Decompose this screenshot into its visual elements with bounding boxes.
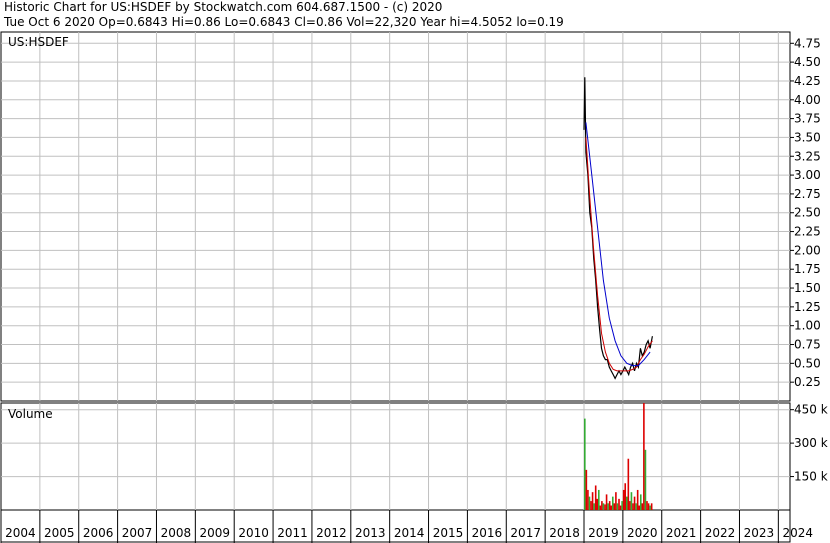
volume-bar: [587, 489, 589, 510]
price-tick-label: 0.25: [794, 375, 821, 389]
volume-bar: [601, 501, 603, 510]
volume-bar: [638, 505, 641, 510]
volume-panel-label: Volume: [8, 407, 53, 421]
price-tick-label: 0.75: [794, 338, 821, 352]
price-tick-label: 3.75: [794, 112, 821, 126]
volume-bar: [621, 501, 623, 510]
volume-bar: [643, 403, 645, 510]
price-tick-label: 2.50: [794, 206, 821, 220]
volume-bar: [590, 501, 592, 510]
price-tick-label: 1.50: [794, 281, 821, 295]
volume-bar: [650, 503, 653, 510]
volume-bar: [605, 494, 608, 510]
volume-bar: [641, 503, 644, 510]
volume-bar: [611, 496, 614, 510]
price-tick-label: 1.75: [794, 262, 821, 276]
volume-bar: [622, 489, 625, 510]
volume-bar: [596, 498, 599, 510]
year-tick-label: 2011: [277, 526, 308, 540]
year-tick-label: 2017: [510, 526, 541, 540]
volume-bar: [625, 496, 628, 510]
year-tick-label: 2008: [161, 526, 192, 540]
year-tick-label: 2009: [199, 526, 230, 540]
year-tick-label: 2020: [627, 526, 658, 540]
volume-tick-label: 300 k: [794, 436, 828, 450]
price-panel: [0, 31, 791, 402]
volume-tick-label: 450 k: [794, 403, 828, 417]
volume-bar: [585, 469, 588, 510]
volume-bar: [584, 418, 586, 510]
year-tick-label: 2006: [83, 526, 114, 540]
volume-tick-label: 150 k: [794, 470, 828, 484]
price-tick-label: 2.25: [794, 225, 821, 239]
volume-bar: [618, 498, 620, 510]
volume-bar: [608, 501, 611, 510]
volume-bar: [647, 503, 650, 510]
price-tick-label: 4.00: [794, 93, 821, 107]
price-tick-label: 3.50: [794, 130, 821, 144]
year-tick-label: 2013: [355, 526, 386, 540]
price-tick-label: 3.25: [794, 149, 821, 163]
year-tick-label: 2015: [433, 526, 464, 540]
year-tick-label: 2021: [666, 526, 697, 540]
volume-bar: [635, 503, 637, 510]
volume-bar: [607, 503, 609, 510]
year-tick-label: 2014: [394, 526, 425, 540]
volume-bar: [593, 503, 595, 510]
price-tick-label: 4.25: [794, 74, 821, 88]
year-tick-label: 2016: [472, 526, 503, 540]
volume-bar: [602, 503, 605, 510]
price-tick-label: 2.00: [794, 243, 821, 257]
year-tick-label: 2005: [44, 526, 75, 540]
volume-bar: [632, 503, 634, 510]
volume-bar: [644, 449, 647, 510]
chart-window: Historic Chart for US:HSDEF by Stockwatc…: [0, 0, 830, 543]
volume-bar: [594, 485, 597, 510]
year-tick-label: 2023: [744, 526, 775, 540]
volume-bar: [610, 505, 613, 510]
volume-bar: [599, 505, 602, 510]
year-tick-label: 2012: [316, 526, 347, 540]
year-tick-label: 2022: [705, 526, 736, 540]
volume-bar: [627, 458, 630, 510]
volume-bar: [616, 503, 619, 510]
volume-bar: [597, 489, 600, 510]
price-panel-symbol-label: US:HSDEF: [8, 35, 69, 49]
year-tick-label: 2007: [122, 526, 153, 540]
volume-panel: [0, 402, 791, 511]
year-tick-label: 2010: [238, 526, 269, 540]
chart-svg: 2004 2005 2006 2007 2008 2009 2010 2011 2012 2013…: [0, 31, 828, 543]
volume-bar: [633, 496, 636, 510]
volume-bar: [619, 505, 622, 510]
price-tick-label: 1.25: [794, 300, 821, 314]
volume-bar: [646, 501, 648, 510]
volume-bar: [591, 492, 594, 510]
price-tick-label: 4.50: [794, 55, 821, 69]
volume-bar: [639, 494, 642, 510]
volume-bar: [588, 496, 591, 510]
price-tick-label: 0.50: [794, 356, 821, 370]
price-tick-label: 2.75: [794, 187, 821, 201]
volume-bar: [636, 489, 639, 510]
year-tick-label: 2024: [782, 526, 813, 540]
year-tick-label: 2004: [5, 526, 36, 540]
volume-bar: [604, 504, 606, 510]
volume-bar: [649, 505, 651, 510]
volume-bar: [615, 492, 617, 510]
volume-bar: [630, 492, 633, 510]
price-tick-label: 3.00: [794, 168, 821, 182]
year-tick-label: 2019: [588, 526, 619, 540]
volume-bar: [624, 483, 627, 510]
price-tick-label: 1.00: [794, 319, 821, 333]
volume-bar: [613, 503, 616, 510]
year-tick-label: 2018: [549, 526, 580, 540]
price-tick-label: 4.75: [794, 36, 821, 50]
volume-bar: [629, 501, 631, 510]
